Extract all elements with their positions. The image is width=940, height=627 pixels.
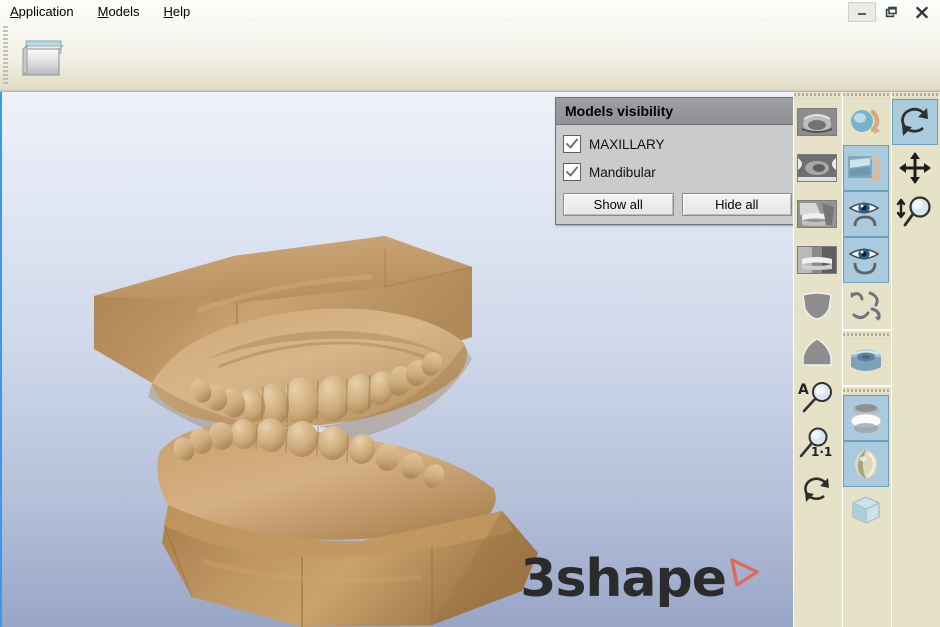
restore-icon bbox=[885, 6, 897, 18]
title-bar: Application Models Help bbox=[0, 0, 940, 22]
checkmark-icon bbox=[566, 166, 578, 177]
menu-accel-application: A bbox=[10, 3, 19, 19]
application-window: Application Models Help 3shape Models vi… bbox=[0, 0, 940, 627]
reset-view-icon bbox=[804, 477, 829, 502]
menu-item-application[interactable]: Application bbox=[8, 2, 76, 21]
view-left-buccal-icon bbox=[797, 246, 837, 274]
zoom-tool-icon bbox=[896, 196, 931, 227]
models-visibility-title: Models visibility bbox=[556, 98, 795, 125]
reset-view-button[interactable] bbox=[794, 467, 840, 513]
label-mandibular: Mandibular bbox=[589, 164, 656, 180]
rotate-tool-button[interactable] bbox=[892, 99, 938, 145]
menu-item-models[interactable]: Models bbox=[96, 2, 142, 21]
minimize-icon bbox=[858, 13, 866, 15]
model-viewport-3d[interactable]: 3shape Models visibility MAXILLARY Mandi… bbox=[0, 91, 795, 627]
label-maxillary: MAXILLARY bbox=[589, 136, 665, 152]
plaster-texture-icon bbox=[854, 449, 878, 479]
close-icon bbox=[916, 6, 928, 18]
menu-item-help[interactable]: Help bbox=[162, 2, 193, 21]
view-occlusal-upper-icon bbox=[797, 108, 837, 136]
arch-curve-icon bbox=[850, 291, 881, 321]
view-right-buccal-button[interactable] bbox=[794, 191, 840, 237]
view-occlusal-upper-button[interactable] bbox=[794, 99, 840, 145]
view-maxillary-arch-icon bbox=[802, 292, 832, 320]
toolbar-grip[interactable] bbox=[3, 26, 8, 86]
menu-rest-models: odels bbox=[108, 3, 140, 19]
models-visibility-row-mandibular[interactable]: Mandibular bbox=[563, 158, 792, 186]
models-visibility-panel: Models visibility MAXILLARY Mandibular S… bbox=[555, 97, 795, 225]
models-visibility-actions: Show all Hide all bbox=[556, 190, 795, 224]
menu-rest-application: pplication bbox=[18, 3, 74, 19]
align-model-button[interactable] bbox=[843, 145, 889, 191]
checkbox-mandibular[interactable] bbox=[563, 163, 581, 181]
zoom-fit-all-icon: A bbox=[798, 382, 832, 413]
brand-logo-text: 3shape bbox=[520, 549, 727, 609]
toolbar-grip-tools[interactable] bbox=[843, 91, 891, 99]
model-tools-toolbar bbox=[842, 91, 892, 627]
navigation-toolbar bbox=[891, 91, 940, 627]
checkmark-icon bbox=[566, 138, 578, 149]
zoom-tool-button[interactable] bbox=[892, 191, 938, 237]
show-upper-arch-button[interactable] bbox=[843, 191, 889, 237]
model-base-button[interactable] bbox=[843, 339, 889, 385]
show-lower-arch-button[interactable] bbox=[843, 237, 889, 283]
main-toolbar bbox=[0, 22, 940, 92]
restore-button[interactable] bbox=[878, 2, 906, 22]
zoom-fit-all-button[interactable]: A bbox=[794, 375, 840, 421]
zoom-one-to-one-icon: 1·1 bbox=[799, 427, 832, 459]
view-maxillary-arch-button[interactable] bbox=[794, 283, 840, 329]
show-all-button[interactable]: Show all bbox=[563, 193, 674, 216]
hide-all-button[interactable]: Hide all bbox=[681, 193, 792, 216]
view-presets-toolbar: A 1·1 bbox=[793, 91, 843, 627]
view-mandibular-arch-button[interactable] bbox=[794, 329, 840, 375]
view-mandibular-arch-icon bbox=[802, 338, 832, 366]
view-occlusal-lower-icon bbox=[797, 154, 837, 182]
show-lower-arch-icon bbox=[848, 248, 880, 275]
toolbar-grip-nav[interactable] bbox=[892, 91, 940, 99]
menu-accel-models: M bbox=[97, 3, 109, 19]
menu-accel-help: H bbox=[163, 3, 173, 19]
open-folder-icon bbox=[21, 40, 65, 76]
checkbox-maxillary[interactable] bbox=[563, 135, 581, 153]
bounding-box-icon bbox=[852, 496, 880, 524]
view-right-buccal-icon bbox=[797, 200, 837, 228]
pan-tool-button[interactable] bbox=[892, 145, 938, 191]
svg-text:1·1: 1·1 bbox=[811, 445, 832, 459]
open-folder-button[interactable] bbox=[16, 30, 72, 84]
window-controls bbox=[848, 2, 936, 22]
menu-rest-help: elp bbox=[172, 3, 191, 19]
arch-curve-button[interactable] bbox=[843, 283, 889, 329]
rotate-model-button[interactable] bbox=[843, 99, 889, 145]
toolbar-grip-views[interactable] bbox=[794, 91, 842, 99]
tools-group-separator-1 bbox=[843, 329, 891, 331]
tools-group-separator-2 bbox=[843, 385, 891, 387]
show-upper-arch-icon bbox=[848, 202, 880, 227]
rotate-model-icon bbox=[851, 109, 880, 134]
close-button[interactable] bbox=[908, 2, 936, 22]
pan-tool-icon bbox=[899, 152, 931, 184]
toolbar-grip-display[interactable] bbox=[843, 387, 891, 395]
minimize-button[interactable] bbox=[848, 2, 876, 22]
articulator-icon bbox=[850, 404, 882, 433]
toolbar-grip-base[interactable] bbox=[843, 331, 891, 339]
svg-text:A: A bbox=[798, 382, 809, 398]
plaster-texture-button[interactable] bbox=[843, 441, 889, 487]
view-left-buccal-button[interactable] bbox=[794, 237, 840, 283]
align-model-icon bbox=[848, 155, 881, 182]
zoom-one-to-one-button[interactable]: 1·1 bbox=[794, 421, 840, 467]
brand-triangle-icon bbox=[730, 558, 759, 587]
models-visibility-row-maxillary[interactable]: MAXILLARY bbox=[563, 130, 792, 158]
view-occlusal-lower-button[interactable] bbox=[794, 145, 840, 191]
models-visibility-list: MAXILLARY Mandibular bbox=[556, 125, 795, 190]
brand-logo: 3shape bbox=[520, 553, 761, 605]
model-base-icon bbox=[851, 349, 881, 371]
articulator-button[interactable] bbox=[843, 395, 889, 441]
rotate-tool-icon bbox=[901, 107, 928, 136]
menu-bar: Application Models Help bbox=[8, 2, 192, 21]
bounding-box-button[interactable] bbox=[843, 487, 889, 533]
